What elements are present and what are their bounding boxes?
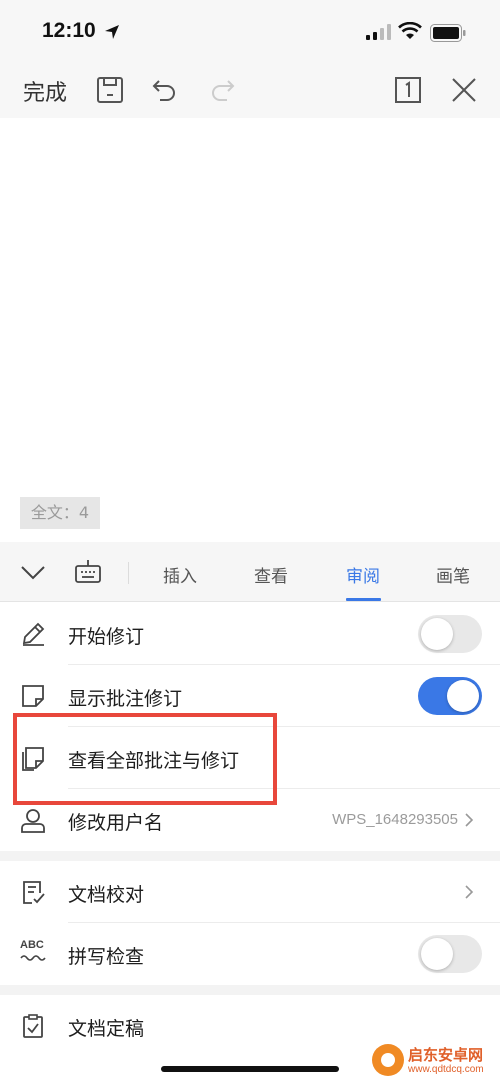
row-label: 修改用户名 [68, 812, 164, 834]
user-icon [21, 809, 45, 833]
watermark-name: 启东安卓网 [408, 1046, 484, 1064]
row-label: 文档定稿 [68, 1018, 145, 1040]
section-gap [0, 985, 500, 995]
show-comments-toggle[interactable] [418, 677, 482, 715]
row-label: 开始修订 [68, 626, 145, 648]
tab-review[interactable]: 审阅 [346, 562, 380, 587]
status-bar: 12:10 [0, 0, 500, 66]
ribbon-tabbar: 插入 查看 审阅 画笔 [0, 542, 500, 602]
page-count-icon[interactable] [393, 75, 423, 105]
row-label: 文档校对 [68, 884, 145, 906]
cellular-signal-icon [366, 24, 391, 40]
watermark-url: www.qdtdcq.com [408, 1064, 484, 1075]
pencil-icon [22, 622, 45, 646]
chevron-right-icon [465, 813, 474, 827]
row-proofread[interactable]: 文档校对 [0, 861, 500, 923]
active-tab-indicator [346, 598, 381, 601]
username-value: WPS_1648293505 [332, 811, 458, 828]
redo-icon[interactable] [207, 75, 237, 105]
doc-check-icon [23, 881, 45, 904]
collapse-chevron-icon[interactable] [20, 562, 46, 582]
abc-spell-icon: ABC [20, 939, 46, 965]
chevron-right-icon [465, 885, 474, 899]
home-indicator[interactable] [161, 1066, 339, 1072]
doc-final-icon [23, 1014, 43, 1038]
save-icon[interactable] [95, 75, 125, 105]
abc-text: ABC [20, 939, 44, 951]
location-arrow-icon [105, 25, 119, 39]
site-watermark: 启东安卓网 www.qdtdcq.com [372, 1042, 496, 1080]
document-canvas[interactable] [0, 118, 500, 542]
highlight-annotation-box [13, 713, 277, 805]
note-icon [22, 685, 44, 707]
status-time: 12:10 [42, 19, 96, 42]
undo-icon[interactable] [150, 75, 180, 105]
tab-separator [128, 562, 129, 584]
tab-pen[interactable]: 画笔 [436, 562, 470, 587]
tab-insert[interactable]: 插入 [163, 562, 197, 587]
row-spell-check[interactable]: ABC 拼写检查 [0, 923, 500, 985]
wifi-icon [398, 22, 422, 39]
battery-icon [430, 24, 466, 42]
done-button[interactable]: 完成 [23, 75, 67, 107]
spell-check-toggle[interactable] [418, 935, 482, 973]
document-toolbar: 完成 [0, 66, 500, 118]
row-label: 拼写检查 [68, 946, 145, 968]
track-changes-toggle[interactable] [418, 615, 482, 653]
word-count-badge: 全文：4 [20, 497, 100, 529]
section-gap [0, 851, 500, 861]
keyboard-icon[interactable] [74, 558, 102, 584]
close-icon[interactable] [449, 75, 479, 105]
row-label: 显示批注修订 [68, 688, 183, 710]
watermark-logo [372, 1044, 404, 1076]
row-track-changes[interactable]: 开始修订 [0, 603, 500, 665]
tab-view[interactable]: 查看 [254, 562, 288, 587]
